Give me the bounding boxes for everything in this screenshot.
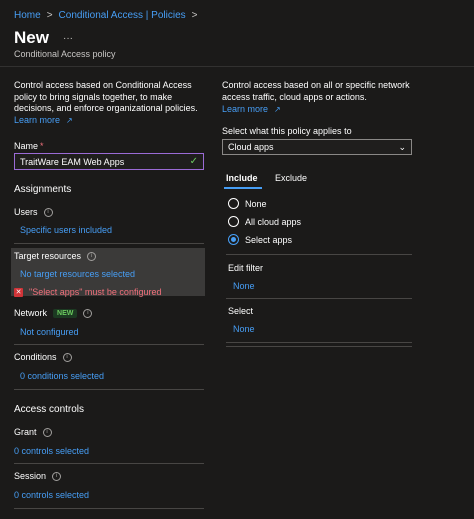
applies-to-label: Select what this policy applies to <box>222 126 352 136</box>
divider <box>226 346 412 347</box>
edit-filter-value-link[interactable]: None <box>233 281 255 291</box>
network-label-text: Network <box>14 308 48 318</box>
name-label-text: Name <box>14 141 39 151</box>
right-intro: Control access based on all or specific … <box>222 80 410 102</box>
grant-label-text: Grant <box>14 427 37 437</box>
target-resources-label: Target resources i <box>14 251 97 261</box>
tab-exclude[interactable]: Exclude <box>275 173 307 183</box>
chevron-right-icon: > <box>46 10 53 21</box>
more-options-button[interactable]: ··· <box>63 33 73 44</box>
radio-option-none[interactable]: None <box>228 198 267 209</box>
divider <box>226 298 412 299</box>
network-label: Network NEW i <box>14 308 93 318</box>
tab-include-label: Include <box>226 173 258 183</box>
info-icon[interactable]: i <box>62 352 72 362</box>
access-controls-heading: Access controls <box>14 404 85 415</box>
radio-option-all-cloud-apps[interactable]: All cloud apps <box>228 216 301 227</box>
info-icon[interactable]: i <box>42 427 52 437</box>
checkmark-icon: ✓ <box>189 156 198 167</box>
assignments-heading: Assignments <box>14 184 72 195</box>
divider <box>226 254 412 255</box>
radio-label: All cloud apps <box>245 216 302 227</box>
right-learn-more[interactable]: Learn more ↗ <box>222 104 281 114</box>
chevron-right-icon: > <box>191 10 198 21</box>
policy-name-value: TraitWare EAM Web Apps <box>20 156 125 167</box>
users-value-link[interactable]: Specific users included <box>20 225 112 235</box>
breadcrumb-home[interactable]: Home <box>14 10 41 21</box>
divider <box>14 508 204 509</box>
target-resources-label-text: Target resources <box>14 251 82 261</box>
divider <box>14 463 204 464</box>
external-link-icon: ↗ <box>66 115 73 125</box>
required-marker: * <box>40 141 44 151</box>
left-learn-more-text[interactable]: Learn more <box>14 115 60 125</box>
session-value-link[interactable]: 0 controls selected <box>14 490 89 500</box>
breadcrumb-policies[interactable]: Conditional Access | Policies <box>59 10 186 21</box>
new-badge: NEW <box>53 308 78 318</box>
left-intro: Control access based on Conditional Acce… <box>14 80 198 113</box>
edit-filter-label: Edit filter <box>228 263 264 273</box>
radio-label: None <box>245 198 267 209</box>
info-icon[interactable]: i <box>52 471 62 481</box>
grant-value-link[interactable]: 0 controls selected <box>14 446 89 456</box>
radio-button[interactable] <box>228 198 239 209</box>
name-label: Name * <box>14 141 44 151</box>
conditions-label-text: Conditions <box>14 352 57 362</box>
conditions-label: Conditions i <box>14 352 72 362</box>
divider <box>14 243 204 244</box>
header-divider <box>0 66 474 67</box>
grant-label: Grant i <box>14 427 52 437</box>
target-resources-value-link[interactable]: No target resources selected <box>20 269 135 279</box>
select-value-link[interactable]: None <box>233 324 255 334</box>
tab-include[interactable]: Include <box>226 173 258 183</box>
divider <box>14 389 204 390</box>
session-label: Session i <box>14 471 62 481</box>
applies-to-dropdown[interactable]: Cloud apps ⌄ <box>222 139 412 155</box>
breadcrumb: Home > Conditional Access | Policies > <box>14 10 197 21</box>
chevron-down-icon: ⌄ <box>398 141 406 152</box>
info-icon[interactable]: i <box>43 207 53 217</box>
error-icon: ✕ <box>14 287 23 297</box>
conditions-value-link[interactable]: 0 conditions selected <box>20 371 104 381</box>
users-label: Users i <box>14 207 53 217</box>
session-label-text: Session <box>14 471 47 481</box>
radio-button[interactable] <box>228 216 239 227</box>
external-link-icon: ↗ <box>274 104 281 114</box>
network-value-link[interactable]: Not configured <box>20 327 79 337</box>
radio-label: Select apps <box>245 234 293 245</box>
applies-to-value: Cloud apps <box>228 142 274 152</box>
divider <box>226 342 412 343</box>
radio-button-selected[interactable] <box>228 234 239 245</box>
info-icon[interactable]: i <box>87 251 97 261</box>
policy-name-input[interactable]: TraitWare EAM Web Apps ✓ <box>14 153 204 170</box>
tab-include-underline <box>224 187 262 189</box>
right-learn-more-text[interactable]: Learn more <box>222 104 268 114</box>
users-label-text: Users <box>14 207 38 217</box>
radio-option-select-apps[interactable]: Select apps <box>228 234 292 245</box>
tab-exclude-label: Exclude <box>275 173 308 183</box>
select-label: Select <box>228 306 254 316</box>
left-learn-more[interactable]: Learn more ↗ <box>14 115 73 125</box>
target-error-text: "Select apps" must be configured <box>29 287 162 297</box>
info-icon[interactable]: i <box>83 308 93 318</box>
page-subtitle: Conditional Access policy <box>14 49 116 59</box>
page-title: New <box>14 28 49 47</box>
target-resources-error: ✕ "Select apps" must be configured <box>14 287 161 297</box>
divider <box>14 344 204 345</box>
